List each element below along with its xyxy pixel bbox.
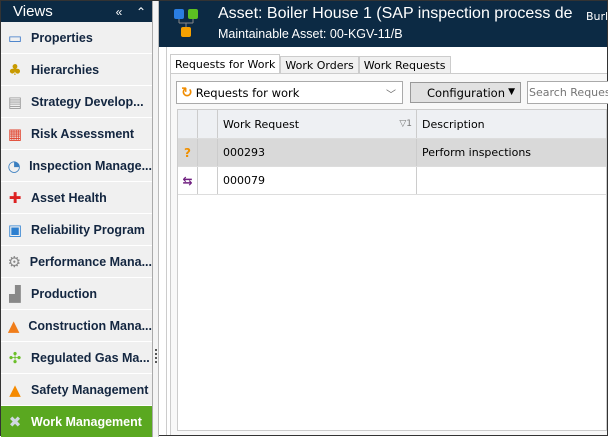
- sidebar-item-safety-management[interactable]: ▲ Safety Management: [1, 374, 152, 406]
- column-header-work-request[interactable]: Work Request ▽1: [218, 110, 417, 138]
- column-header-description[interactable]: Description: [417, 110, 606, 138]
- query-dropdown[interactable]: ↻ Requests for work ﹀: [176, 81, 403, 104]
- asset-cubes-icon: [174, 9, 198, 37]
- tab-body: ↻ Requests for work ﹀ Configuration ▼ Wo…: [170, 73, 608, 435]
- row-blank-cell: [198, 139, 218, 166]
- sidebar-item-label: Production: [31, 286, 97, 301]
- dropdown-arrow-icon: ▼: [508, 87, 515, 97]
- sidebar-item-label: Hierarchies: [31, 62, 100, 77]
- sidebar-item-hierarchies[interactable]: ♣ Hierarchies: [1, 54, 152, 86]
- header-blank-cell: [198, 110, 218, 138]
- row-status-icon: ⇆: [178, 167, 198, 194]
- tab-work-requests[interactable]: Work Requests: [358, 56, 451, 73]
- chevron-down-icon: ﹀: [386, 90, 396, 101]
- sidebar-item-label: Construction Mana...: [28, 318, 152, 333]
- sidebar-item-label: Risk Assessment: [31, 126, 135, 141]
- asset-subtitle: Maintainable Asset: 00-KGV-11/B: [218, 27, 403, 41]
- sidebar-item-label: Properties: [31, 30, 93, 45]
- sidebar-item-production[interactable]: ▟ Production: [1, 278, 152, 310]
- sidebar-item-label: Asset Health: [31, 190, 107, 205]
- sidebar-item-risk-assessment[interactable]: ▦ Risk Assessment: [1, 118, 152, 150]
- views-header: Views « ⌃: [1, 1, 152, 22]
- view-icon: ✣: [8, 348, 22, 367]
- work-request-cell: 000293: [218, 139, 417, 166]
- column-label: Work Request: [223, 117, 300, 131]
- refresh-icon: ↻: [181, 84, 193, 101]
- sidebar-item-label: Performance Mana...: [29, 254, 152, 269]
- view-icon: ▣: [7, 220, 23, 239]
- description-cell: [417, 167, 606, 194]
- query-value: Requests for work: [195, 85, 300, 100]
- tab-requests-for-work[interactable]: Requests for Work: [170, 54, 281, 73]
- sidebar-item-inspection-manage[interactable]: ◔ Inspection Manage...: [1, 150, 152, 182]
- view-icon: ✖: [8, 412, 22, 431]
- asset-header: Asset: Boiler House 1 (SAP inspection pr…: [159, 1, 608, 47]
- tab-work-orders[interactable]: Work Orders: [280, 56, 359, 73]
- grid-header-row: Work Request ▽1 Description: [178, 110, 606, 139]
- collapse-left-button[interactable]: «: [108, 5, 130, 19]
- view-icon: ▲: [9, 380, 21, 399]
- work-request-cell: 000079: [218, 167, 417, 194]
- view-icon: ⚙: [7, 252, 22, 271]
- sidebar-item-label: Inspection Manage...: [29, 158, 152, 173]
- table-row[interactable]: ? 000293 Perform inspections: [178, 139, 606, 167]
- collapse-up-button[interactable]: ⌃: [130, 5, 152, 19]
- description-cell: Perform inspections: [422, 146, 532, 159]
- row-status-icon: ?: [178, 139, 198, 166]
- sidebar-item-construction-mana[interactable]: ▲ Construction Mana...: [1, 310, 152, 342]
- header-right-text: Burli: [586, 10, 608, 23]
- sidebar-item-label: Safety Management: [31, 382, 149, 397]
- views-title: Views: [13, 3, 53, 20]
- view-icon: ✚: [8, 188, 22, 207]
- table-row[interactable]: ⇆ 000079: [178, 167, 606, 195]
- search-input[interactable]: [527, 81, 608, 104]
- views-sidebar: Views « ⌃ ▭ Properties ♣ Hierarchies ▤ Strate…: [1, 1, 153, 438]
- configuration-button[interactable]: Configuration ▼: [410, 82, 521, 103]
- content-panel: Requests for Work Work Orders Work Reque…: [166, 47, 608, 435]
- header-icon-cell: [178, 110, 198, 138]
- view-icon: ▲: [7, 316, 20, 335]
- view-icon: ♣: [8, 60, 22, 79]
- view-icon: ▤: [7, 92, 23, 111]
- sidebar-item-label: Reliability Program: [31, 222, 145, 237]
- configuration-label: Configuration: [427, 85, 505, 100]
- sidebar-item-label: Regulated Gas Ma...: [31, 350, 150, 365]
- main-area: Asset: Boiler House 1 (SAP inspection pr…: [159, 1, 608, 435]
- view-icon: ▟: [9, 284, 21, 303]
- sidebar-item-regulated-gas-ma[interactable]: ✣ Regulated Gas Ma...: [1, 342, 152, 374]
- grip-icon: [155, 349, 157, 363]
- asset-title: Asset: Boiler House 1 (SAP inspection pr…: [218, 5, 573, 22]
- sidebar-item-reliability-program[interactable]: ▣ Reliability Program: [1, 214, 152, 246]
- sidebar-item-label: Work Management: [31, 414, 142, 429]
- row-blank-cell: [198, 167, 218, 194]
- sort-icon: ▽1: [399, 119, 412, 129]
- view-icon: ▭: [7, 28, 23, 47]
- sidebar-item-asset-health[interactable]: ✚ Asset Health: [1, 182, 152, 214]
- sidebar-item-label: Strategy Develop...: [31, 94, 144, 109]
- view-icon: ▦: [7, 124, 23, 143]
- sidebar-item-work-management[interactable]: ✖ Work Management: [1, 406, 152, 438]
- tab-bar: Requests for Work Work Orders Work Reque…: [170, 54, 451, 73]
- sidebar-item-strategy-develop[interactable]: ▤ Strategy Develop...: [1, 86, 152, 118]
- sidebar-item-properties[interactable]: ▭ Properties: [1, 22, 152, 54]
- sidebar-item-performance-mana[interactable]: ⚙ Performance Mana...: [1, 246, 152, 278]
- view-icon: ◔: [7, 156, 21, 175]
- work-request-grid: Work Request ▽1 Description ? 000293 Perfor…: [177, 109, 607, 431]
